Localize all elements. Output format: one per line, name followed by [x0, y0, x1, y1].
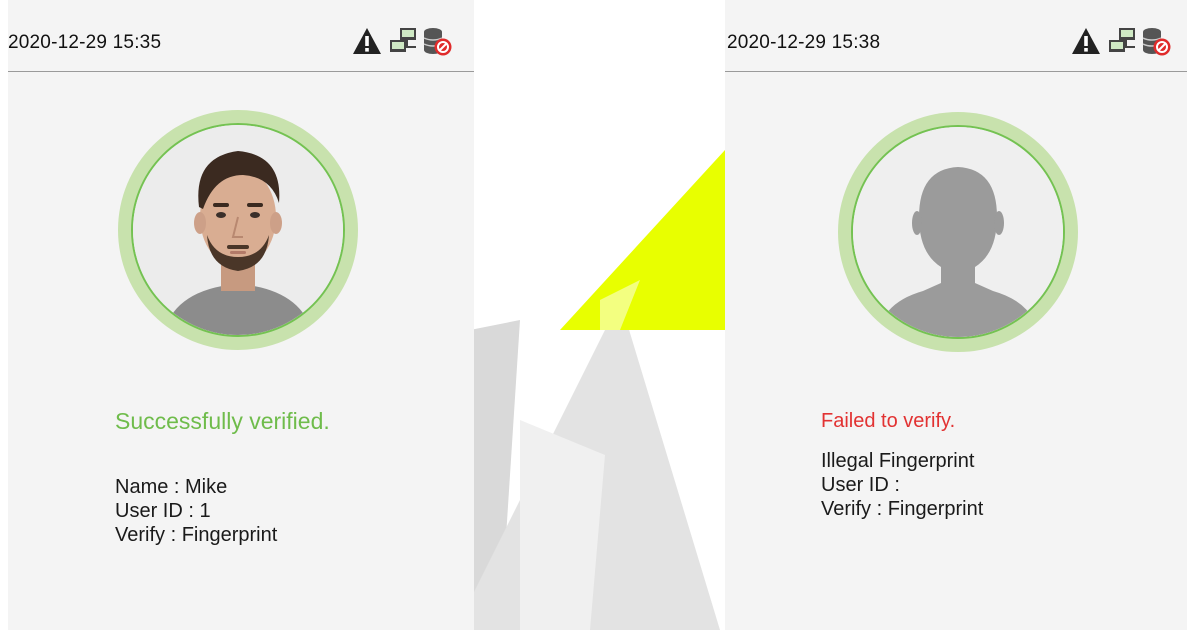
avatar — [851, 125, 1065, 339]
verify-mode-line: Verify : Fingerprint — [821, 498, 984, 520]
datetime: 2020-12-29 15:35 — [8, 32, 162, 53]
avatar — [131, 123, 345, 337]
verify-mode-line: Verify : Fingerprint — [115, 524, 278, 546]
network-icon — [1109, 28, 1135, 52]
status-bar: 2020-12-29 15:35 — [8, 0, 474, 72]
verify-detail-line: Illegal Fingerprint — [821, 450, 975, 472]
network-icon — [390, 28, 416, 52]
verify-failed-screen: 2020-12-29 15:38 Failed to verify. Illeg… — [725, 0, 1187, 630]
status-icons — [352, 26, 472, 62]
verify-success-screen: 2020-12-29 15:35 Successfully verified. … — [8, 0, 474, 630]
user-face-photo — [133, 125, 343, 335]
status-icons — [1071, 26, 1187, 62]
status-bar: 2020-12-29 15:38 — [725, 0, 1187, 72]
user-id-line: User ID : 1 — [115, 500, 211, 522]
avatar-ring — [118, 110, 358, 350]
default-user-silhouette-icon — [853, 127, 1063, 337]
server-disconnected-icon — [1142, 28, 1171, 56]
user-name-line: Name : Mike — [115, 476, 228, 498]
user-id-line: User ID : — [821, 474, 900, 496]
verify-result-message: Failed to verify. — [821, 410, 956, 432]
datetime: 2020-12-29 15:38 — [727, 32, 881, 53]
warning-icon — [1072, 28, 1100, 54]
warning-icon — [353, 28, 381, 54]
verify-result-message: Successfully verified. — [115, 408, 330, 434]
server-disconnected-icon — [423, 28, 452, 56]
avatar-ring — [838, 112, 1078, 352]
